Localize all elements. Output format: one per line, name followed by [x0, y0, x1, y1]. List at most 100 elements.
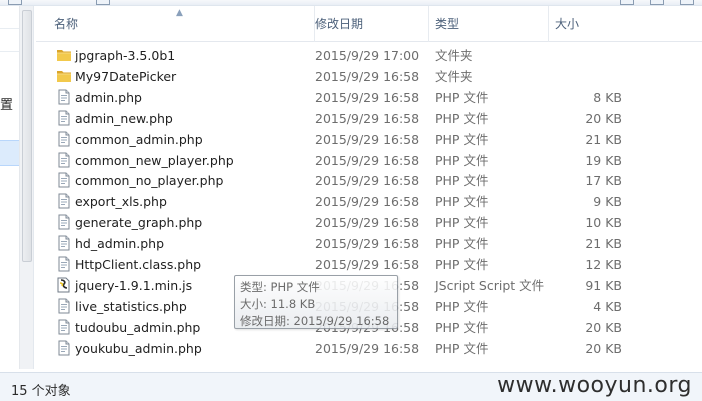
column-header-type[interactable]: 类型 — [429, 6, 549, 42]
file-date: 2015/9/29 16:58 — [315, 194, 420, 210]
php-file-icon — [56, 89, 72, 105]
file-date: 2015/9/29 16:58 — [315, 152, 420, 168]
file-size: 20 KB — [585, 110, 622, 126]
php-file-icon — [56, 152, 72, 168]
file-name: tudoubu_admin.php — [75, 319, 201, 335]
php-file-icon — [56, 172, 72, 188]
column-size-label: 大小 — [555, 17, 580, 31]
tooltip-date: 修改日期: 2015/9/29 16:58 — [240, 314, 390, 328]
file-date: 2015/9/29 16:58 — [315, 257, 420, 272]
column-type-label: 类型 — [435, 17, 460, 31]
file-size: 4 KB — [593, 298, 622, 314]
file-type: PHP 文件 — [435, 89, 489, 105]
column-header: 名称 ▲ 修改日期 类型 大小 — [36, 6, 702, 42]
file-type: 文件夹 — [435, 48, 473, 63]
file-name: generate_graph.php — [75, 215, 203, 231]
nav-scrollbar-thumb[interactable] — [22, 10, 32, 262]
nav-divider — [0, 51, 20, 52]
file-date: 2015/9/29 16:58 — [315, 340, 420, 356]
file-size: 9 KB — [593, 194, 622, 210]
explorer-window: 置 名称 ▲ 修改日期 类型 大小 jpgraph-3.5.0b1 2015/9/… — [0, 0, 702, 401]
file-row[interactable]: common_no_player.php 2015/9/29 16:58 PHP 文… — [36, 170, 702, 191]
file-size: 10 KB — [585, 215, 622, 231]
file-size: 21 KB — [585, 131, 622, 147]
help-icon[interactable] — [680, 0, 694, 5]
file-size: 17 KB — [585, 173, 622, 189]
file-size: 20 KB — [585, 319, 622, 335]
php-file-icon — [56, 193, 72, 209]
php-file-icon — [56, 340, 72, 356]
file-type: PHP 文件 — [435, 236, 489, 252]
file-name: HttpClient.class.php — [75, 257, 202, 272]
file-row[interactable]: jpgraph-3.5.0b1 2015/9/29 17:00 文件夹 — [36, 45, 702, 66]
file-type: JScript Script 文件 — [435, 277, 545, 293]
file-name: live_statistics.php — [75, 298, 187, 314]
file-type: PHP 文件 — [435, 319, 489, 335]
nav-item-label[interactable]: 置 — [0, 94, 13, 113]
file-type: PHP 文件 — [435, 131, 489, 147]
tooltip-type: 类型: PHP 文件 — [240, 280, 320, 294]
php-file-icon — [56, 131, 72, 147]
status-bar: 15 个对象 www.wooyun.org — [0, 372, 702, 401]
tooltip-size: 大小: 11.8 KB — [240, 297, 316, 311]
file-size: 21 KB — [585, 236, 622, 252]
toolbar-button-icon[interactable] — [8, 0, 22, 5]
nav-divider — [0, 28, 20, 29]
file-name: hd_admin.php — [75, 236, 165, 252]
view-options-icon[interactable] — [620, 0, 634, 5]
item-count: 15 个对象 — [11, 384, 71, 399]
file-tooltip: 类型: PHP 文件 大小: 11.8 KB 修改日期: 2015/9/29 1… — [234, 275, 398, 329]
file-row[interactable]: admin.php 2015/9/29 16:58 PHP 文件 8 KB — [36, 87, 702, 108]
file-row[interactable]: generate_graph.php 2015/9/29 16:58 PHP 文件 1… — [36, 212, 702, 233]
file-size: 19 KB — [585, 152, 622, 168]
file-size: 20 KB — [585, 340, 622, 356]
navigation-pane: 置 — [0, 6, 34, 369]
file-size — [536, 66, 622, 87]
column-header-size[interactable]: 大小 — [549, 6, 639, 42]
file-name: export_xls.php — [75, 194, 167, 210]
file-date: 2015/9/29 17:00 — [315, 48, 420, 63]
file-size: 91 KB — [585, 277, 622, 293]
file-name: common_no_player.php — [75, 173, 224, 189]
file-date: 2015/9/29 16:58 — [315, 215, 420, 231]
file-row[interactable]: export_xls.php 2015/9/29 16:58 PHP 文件 9 KB — [36, 191, 702, 212]
watermark: www.wooyun.org — [497, 373, 692, 398]
column-name-label: 名称 — [54, 17, 79, 31]
file-type: PHP 文件 — [435, 173, 489, 189]
toolbar-button-icon[interactable] — [96, 0, 110, 5]
file-date: 2015/9/29 16:58 — [315, 110, 420, 126]
file-name: common_new_player.php — [75, 152, 234, 168]
column-header-date[interactable]: 修改日期 — [309, 6, 429, 42]
file-row[interactable]: HttpClient.class.php 2015/9/29 16:58 PHP 文… — [36, 254, 702, 275]
php-file-icon — [56, 256, 72, 272]
column-date-label: 修改日期 — [315, 17, 364, 31]
file-row[interactable]: common_new_player.php 2015/9/29 16:58 PHP … — [36, 150, 702, 171]
file-name: My97DatePicker — [75, 68, 177, 84]
file-name: youkubu_admin.php — [75, 340, 202, 356]
nav-item-selected[interactable] — [0, 140, 20, 166]
php-file-icon — [56, 110, 72, 126]
preview-pane-icon[interactable] — [650, 0, 664, 5]
sort-ascending-icon: ▲ — [176, 8, 183, 18]
file-date: 2015/9/29 16:58 — [315, 131, 420, 147]
file-row[interactable]: admin_new.php 2015/9/29 16:58 PHP 文件 20 KB — [36, 108, 702, 129]
file-row[interactable]: common_admin.php 2015/9/29 16:58 PHP 文件 21 … — [36, 129, 702, 150]
file-date: 2015/9/29 16:58 — [315, 89, 420, 105]
file-name: admin_new.php — [75, 110, 173, 126]
php-file-icon — [56, 298, 72, 314]
file-type: PHP 文件 — [435, 110, 489, 126]
folder-icon — [56, 47, 72, 63]
file-date: 2015/9/29 16:58 — [315, 236, 420, 252]
nav-scrollbar[interactable] — [19, 6, 33, 369]
file-type: PHP 文件 — [435, 340, 489, 356]
file-size — [536, 45, 622, 66]
file-row[interactable]: hd_admin.php 2015/9/29 16:58 PHP 文件 21 KB — [36, 233, 702, 254]
file-name: admin.php — [75, 89, 142, 105]
php-file-icon — [56, 319, 72, 335]
file-date: 2015/9/29 16:58 — [315, 173, 420, 189]
file-row[interactable]: My97DatePicker 2015/9/29 16:58 文件夹 — [36, 66, 702, 87]
php-file-icon — [56, 235, 72, 251]
file-row[interactable]: youkubu_admin.php 2015/9/29 16:58 PHP 文件 20… — [36, 338, 702, 359]
file-name: common_admin.php — [75, 131, 203, 147]
file-type: PHP 文件 — [435, 298, 489, 314]
